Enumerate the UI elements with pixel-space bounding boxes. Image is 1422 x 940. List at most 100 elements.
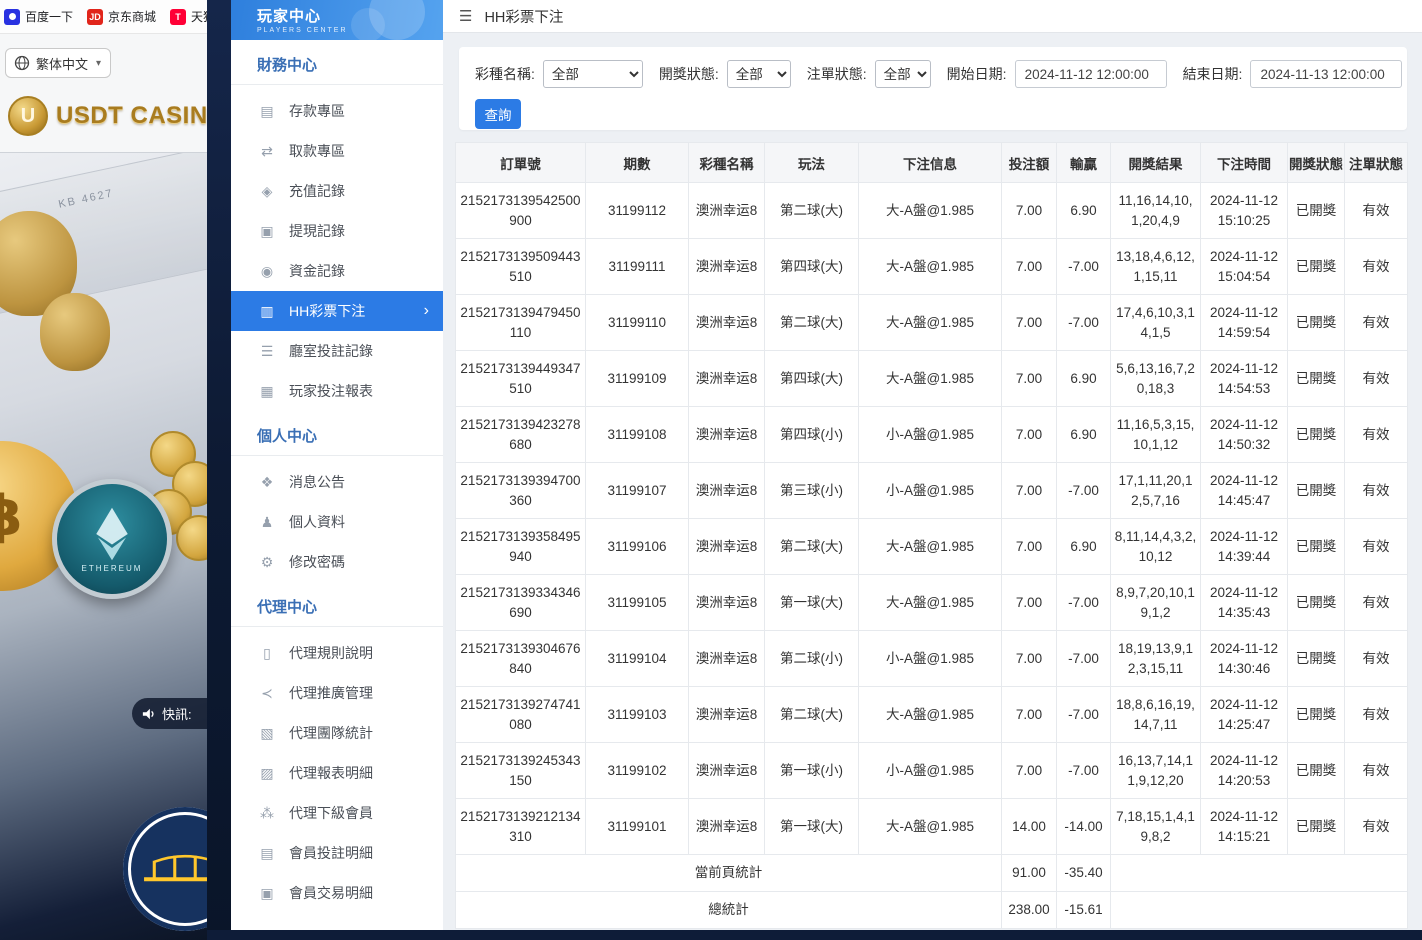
deposit-icon: ▤ bbox=[258, 103, 276, 120]
table-body: 215217313954250090031199112澳洲幸运8第二球(大)大-… bbox=[456, 183, 1408, 929]
table-row: 215217313921213431031199101澳洲幸运8第一球(大)大-… bbox=[456, 799, 1408, 855]
bookmark-baidu[interactable]: 百度一下 bbox=[4, 8, 73, 25]
sidebar-item-player-report[interactable]: ▦玩家投注報表 bbox=[231, 371, 443, 411]
bet-status-filter-label: 注單狀態: bbox=[807, 64, 867, 84]
cell-bet_info: 小-A盤@1.985 bbox=[859, 631, 1002, 687]
sidebar-item-label: 玩家投注報表 bbox=[289, 381, 373, 401]
sidebar-item-label: 代理下級會員 bbox=[289, 803, 373, 823]
summary-filler bbox=[1111, 892, 1408, 929]
sidebar-title: 玩家中心 bbox=[257, 5, 443, 26]
cell-result: 18,8,6,16,19,14,7,11 bbox=[1111, 687, 1201, 743]
agent-team-stats-icon: ▧ bbox=[258, 725, 276, 742]
cell-lottery: 澳洲幸运8 bbox=[689, 799, 765, 855]
bet-status-select[interactable]: 全部 bbox=[875, 60, 931, 88]
cell-order: 2152173139479450110 bbox=[456, 295, 586, 351]
banner-strip bbox=[207, 0, 231, 940]
sidebar-item-agent-team-stats[interactable]: ▧ 代理團隊統計 bbox=[231, 713, 443, 753]
sidebar-item-profile[interactable]: ♟個人資料 bbox=[231, 502, 443, 542]
sidebar-item-agent-promotion[interactable]: ≺代理推廣管理 bbox=[231, 673, 443, 713]
sidebar-item-change-password[interactable]: ⚙修改密碼 bbox=[231, 542, 443, 582]
cell-result: 11,16,5,3,15,10,1,12 bbox=[1111, 407, 1201, 463]
sidebar-item-recharge-record[interactable]: ◈充值記錄 bbox=[231, 171, 443, 211]
language-selector[interactable]: 繁体中文 ▾ bbox=[5, 48, 111, 78]
cell-bet_status: 有效 bbox=[1345, 351, 1408, 407]
jd-icon: JD bbox=[87, 9, 103, 25]
column-header: 下注信息 bbox=[859, 143, 1002, 183]
draw-status-select[interactable]: 全部 bbox=[727, 60, 791, 88]
cell-time: 2024-11-12 14:25:47 bbox=[1201, 687, 1288, 743]
cell-lottery: 澳洲幸运8 bbox=[689, 295, 765, 351]
sidebar-item-agent-report[interactable]: ▨代理報表明細 bbox=[231, 753, 443, 793]
sidebar-section-heading: 個人中心 bbox=[231, 411, 443, 456]
cell-bet_info: 小-A盤@1.985 bbox=[859, 743, 1002, 799]
sidebar-item-label: 存款專區 bbox=[289, 101, 345, 121]
sidebar-item-label: 消息公告 bbox=[289, 472, 345, 492]
bookmark-label: 百度一下 bbox=[25, 8, 73, 25]
sidebar-item-agent-rules[interactable]: ▯代理規則說明 bbox=[231, 633, 443, 673]
cell-bet_status: 有效 bbox=[1345, 183, 1408, 239]
cell-lottery: 澳洲幸运8 bbox=[689, 239, 765, 295]
sidebar-item-lottery-bets[interactable]: ▥HH彩票下注› bbox=[231, 291, 443, 331]
end-date-input[interactable] bbox=[1250, 60, 1402, 88]
sidebar-item-room-bets[interactable]: ☰廳室投註記錄 bbox=[231, 331, 443, 371]
cell-bet_status: 有效 bbox=[1345, 407, 1408, 463]
sidebar-item-member-transactions[interactable]: ▣會員交易明細 bbox=[231, 873, 443, 913]
sidebar-item-withdraw[interactable]: ⇄取款專區 bbox=[231, 131, 443, 171]
cell-bet_info: 大-A盤@1.985 bbox=[859, 575, 1002, 631]
cell-lottery: 澳洲幸运8 bbox=[689, 463, 765, 519]
cell-period: 31199106 bbox=[586, 519, 689, 575]
cell-time: 2024-11-12 14:20:53 bbox=[1201, 743, 1288, 799]
summary-winloss: -35.40 bbox=[1057, 855, 1111, 892]
cell-result: 5,6,13,16,7,20,18,3 bbox=[1111, 351, 1201, 407]
cell-amount: 7.00 bbox=[1002, 183, 1057, 239]
lottery-select[interactable]: 全部 bbox=[543, 60, 643, 88]
search-button[interactable]: 查詢 bbox=[475, 99, 521, 129]
funds-record-icon: ◉ bbox=[258, 263, 276, 280]
lottery-bets-icon: ▥ bbox=[258, 303, 276, 320]
cell-winloss: 6.90 bbox=[1057, 183, 1111, 239]
bookmark-tmall[interactable]: T天猫 bbox=[170, 8, 207, 25]
cell-bet_info: 大-A盤@1.985 bbox=[859, 295, 1002, 351]
start-date-input[interactable] bbox=[1015, 60, 1167, 88]
bookmark-jd[interactable]: JD京东商城 bbox=[87, 8, 156, 25]
sidebar-item-member-bets[interactable]: ▤會員投註明細 bbox=[231, 833, 443, 873]
profile-icon: ♟ bbox=[258, 514, 276, 531]
menu-toggle-icon[interactable]: ☰ bbox=[459, 7, 472, 25]
start-date-label: 開始日期: bbox=[947, 64, 1007, 84]
cell-bet_info: 大-A盤@1.985 bbox=[859, 687, 1002, 743]
cell-order: 2152173139394700360 bbox=[456, 463, 586, 519]
sidebar-item-label: 代理團隊統計 bbox=[289, 723, 373, 743]
column-header: 訂單號 bbox=[456, 143, 586, 183]
sidebar-item-label: 充值記錄 bbox=[289, 181, 345, 201]
summary-winloss: -15.61 bbox=[1057, 892, 1111, 929]
column-header: 下注時間 bbox=[1201, 143, 1288, 183]
cell-time: 2024-11-12 14:39:44 bbox=[1201, 519, 1288, 575]
cell-bet_status: 有效 bbox=[1345, 239, 1408, 295]
cell-bet_info: 大-A盤@1.985 bbox=[859, 519, 1002, 575]
cell-amount: 14.00 bbox=[1002, 799, 1057, 855]
sidebar-item-label: HH彩票下注 bbox=[289, 301, 365, 321]
sidebar-item-funds-record[interactable]: ◉資金記錄 bbox=[231, 251, 443, 291]
sidebar-item-agent-members[interactable]: ⁂代理下級會員 bbox=[231, 793, 443, 833]
cell-draw_status: 已開獎 bbox=[1288, 799, 1345, 855]
summary-amount: 91.00 bbox=[1002, 855, 1057, 892]
cell-lottery: 澳洲幸运8 bbox=[689, 519, 765, 575]
table-row: 215217313933434669031199105澳洲幸运8第一球(大)大-… bbox=[456, 575, 1408, 631]
withdrawal-record-icon: ▣ bbox=[258, 223, 276, 240]
cell-draw_status: 已開獎 bbox=[1288, 295, 1345, 351]
summary-label: 當前頁統計 bbox=[456, 855, 1002, 892]
cell-play: 第二球(大) bbox=[765, 295, 859, 351]
sidebar-item-deposit[interactable]: ▤ 存款專區 bbox=[231, 91, 443, 131]
cell-amount: 7.00 bbox=[1002, 519, 1057, 575]
sidebar-item-withdrawal-record[interactable]: ▣提現記錄 bbox=[231, 211, 443, 251]
ethereum-coin-graphic: ETHEREUM bbox=[52, 479, 172, 599]
cell-result: 11,16,14,10,1,20,4,9 bbox=[1111, 183, 1201, 239]
column-header: 彩種名稱 bbox=[689, 143, 765, 183]
cell-time: 2024-11-12 14:59:54 bbox=[1201, 295, 1288, 351]
table-row: 215217313927474108031199103澳洲幸运8第二球(大)大-… bbox=[456, 687, 1408, 743]
cell-winloss: -7.00 bbox=[1057, 295, 1111, 351]
promo-banner: KB 4627 ฿ ETHEREUM 快訊: bbox=[0, 152, 207, 940]
cell-play: 第二球(大) bbox=[765, 687, 859, 743]
sidebar-item-announcement[interactable]: ❖消息公告 bbox=[231, 462, 443, 502]
sidebar: 玩家中心 PLAYERS CENTER 財務中心▤存款專區⇄取款專區◈充值記錄▣… bbox=[231, 0, 443, 931]
